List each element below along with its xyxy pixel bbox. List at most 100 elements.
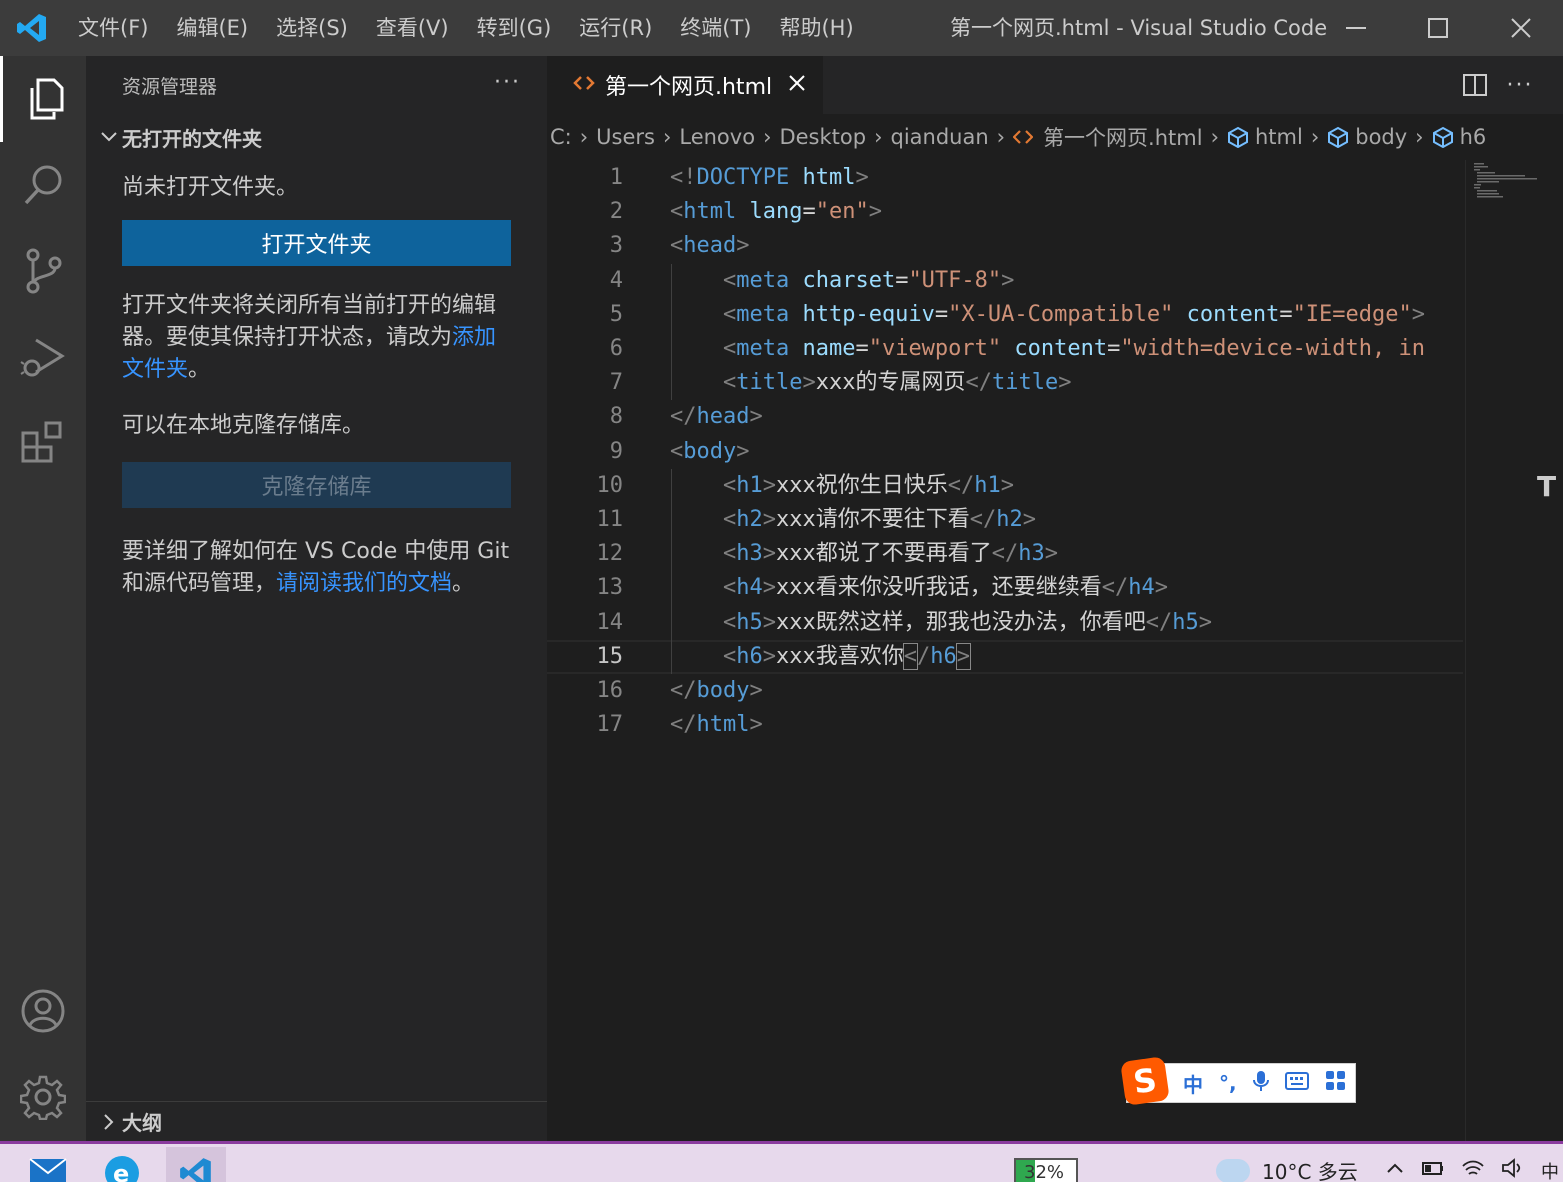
wifi-icon[interactable] [1461,1158,1485,1182]
volume-icon[interactable] [1501,1158,1525,1182]
code-line[interactable]: 15 <h6>xxx我喜欢你</h6> [547,639,1463,674]
chevron-right-icon: › [1415,125,1424,149]
outline-section-header[interactable]: 大纲 [86,1101,547,1141]
code-line[interactable]: 10 <h1>xxx祝你生日快乐</h1> [547,469,1463,503]
line-number: 14 [596,609,624,635]
line-number: 11 [596,507,624,532]
cloud-icon [1216,1158,1250,1182]
ime-punctuation-toggle[interactable]: °, [1219,1071,1237,1095]
browser-icon[interactable]: e [92,1147,152,1182]
source-control-icon[interactable] [0,228,86,314]
read-docs-link[interactable]: 请阅读我们的文档 [276,571,452,596]
menu-edit[interactable]: 编辑(E) [162,0,262,56]
breadcrumb-item[interactable]: html [1255,125,1303,149]
more-actions-icon[interactable]: ··· [494,70,521,95]
maximize-button[interactable] [1397,0,1479,56]
minimap[interactable] [1465,160,1563,1141]
code-text: <meta http-equiv="X-UA-Compatible" conte… [722,301,1426,327]
menu-terminal[interactable]: 终端(T) [666,0,765,56]
settings-gear-icon[interactable] [0,1054,86,1140]
minimize-button[interactable] [1315,0,1397,56]
code-line[interactable]: 17 </html> [547,708,1463,742]
more-editor-actions-icon[interactable]: ··· [1505,70,1535,100]
chevron-up-icon[interactable] [1385,1158,1405,1182]
chevron-right-icon: › [763,125,772,149]
close-tab-icon[interactable] [788,74,806,96]
code-line[interactable]: 14 <h5>xxx既然这样，那我也没办法，你看吧</h5> [547,606,1463,640]
toolbox-icon[interactable] [1325,1070,1347,1097]
code-text: <meta name="viewport" content="width=dev… [722,336,1426,361]
breadcrumb-item[interactable]: C: [550,125,572,149]
chevron-right-icon: › [1310,125,1320,149]
period: 。 [452,571,475,596]
run-debug-icon[interactable] [0,314,86,400]
menu-view[interactable]: 查看(V) [362,0,463,56]
vscode-logo-icon [0,0,64,56]
ime-tray-indicator[interactable]: 中 [1541,1158,1559,1182]
menu-run[interactable]: 运行(R) [565,0,666,56]
code-line[interactable]: 7 <title>xxx的专属网页</title> [547,366,1463,400]
code-line[interactable]: 5 <meta http-equiv="X-UA-Compatible" con… [547,298,1463,332]
clone-repository-button[interactable]: 克隆存储库 [122,462,511,508]
tab-first-page-html[interactable]: 第一个网页.html [547,56,823,114]
vscode-icon[interactable] [166,1147,226,1182]
clone-hint: 可以在本地克隆存储库。 [122,413,365,438]
line-number: 16 [596,678,624,703]
menu-help[interactable]: 帮助(H) [765,0,867,56]
code-line[interactable]: 12 <h3>xxx都说了不要再看了</h3> [547,537,1463,571]
indent-guide [671,263,672,401]
breadcrumb-item[interactable]: Desktop [779,125,866,149]
code-line[interactable]: 16 </body> [547,674,1463,708]
files-icon[interactable] [0,56,86,142]
extensions-icon[interactable] [0,400,86,486]
microphone-icon[interactable] [1252,1070,1269,1097]
code-line[interactable]: 4 <meta charset="UTF-8"> [547,264,1463,298]
weather-widget[interactable]: 10°C 多云 [1216,1156,1358,1182]
breadcrumb-item[interactable]: h6 [1460,125,1487,149]
open-folder-button[interactable]: 打开文件夹 [122,220,511,266]
line-number: 15 [596,643,624,669]
breadcrumb-item[interactable]: Lenovo [679,125,755,149]
code-line[interactable]: 6 <meta name="viewport" content="width=d… [547,332,1463,366]
code-line[interactable]: 1 <!DOCTYPE html> [547,161,1463,195]
sogou-logo[interactable]: S [1120,1056,1170,1106]
chevron-right-icon: › [1210,125,1219,149]
breadcrumb-item[interactable]: Users [596,125,655,149]
split-editor-icon[interactable] [1460,70,1490,100]
account-icon[interactable] [0,968,86,1054]
code-line[interactable]: 9 <body> [547,435,1463,469]
close-window-button[interactable] [1480,0,1562,56]
menu-selection[interactable]: 选择(S) [262,0,362,56]
code-text: <h4>xxx看来你没听我话，还要继续看</h4> [722,575,1168,601]
breadcrumb-item[interactable]: qianduan [890,125,988,149]
ime-mode-toggle[interactable]: 中 [1183,1069,1203,1098]
code-text: <head> [670,233,750,259]
keyboard-icon[interactable] [1284,1071,1309,1095]
menu-go[interactable]: 转到(G) [463,0,566,56]
battery-tray-icon[interactable] [1421,1158,1445,1182]
line-number: 2 [609,199,623,225]
explorer-sidebar: 资源管理器 ··· 无打开的文件夹 尚未打开文件夹。 打开文件夹 打开文件夹将关… [86,56,547,1141]
chevron-down-icon [96,128,122,146]
code-text: <body> [670,438,750,464]
chevron-right-icon: › [662,125,672,149]
breadcrumb-item[interactable]: body [1355,125,1407,149]
code-line[interactable]: 3 <head> [547,229,1463,263]
ime-toolbar[interactable]: S 中 °, [1120,1056,1356,1106]
menu-file[interactable]: 文件(F) [64,0,162,56]
code-line[interactable]: 2 <html lang="en"> [547,195,1463,229]
no-folder-section-header[interactable]: 无打开的文件夹 [86,114,547,160]
title-bar: 文件(F) 编辑(E) 选择(S) 查看(V) 转到(G) 运行(R) 终端(T… [0,0,1563,56]
breadcrumb-item[interactable]: 第一个网页.html [1043,122,1203,152]
code-editor[interactable]: 1 <!DOCTYPE html> 2 <html lang="en"> 3 <head>… [547,160,1563,1141]
line-number: 4 [609,267,623,293]
code-text: <h1>xxx祝你生日快乐</h1> [722,472,1014,498]
code-line[interactable]: 11 <h2>xxx请你不要往下看</h2> [547,503,1463,537]
weather-text: 10°C 多云 [1262,1160,1358,1182]
mail-icon[interactable] [18,1147,78,1182]
code-text: <h2>xxx请你不要往下看</h2> [722,507,1036,532]
code-line[interactable]: 8 </head> [547,400,1463,434]
search-icon[interactable] [0,142,86,228]
battery-indicator[interactable]: 32% [1014,1158,1078,1182]
code-line[interactable]: 13 <h4>xxx看来你没听我话，还要继续看</h4> [547,571,1463,605]
